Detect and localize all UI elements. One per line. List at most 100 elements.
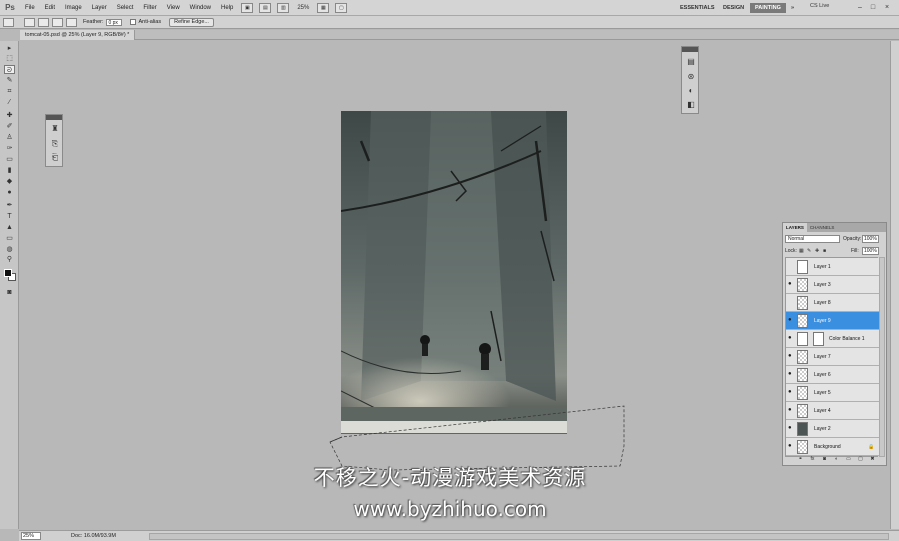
subtract-selection-icon[interactable]: [52, 17, 63, 27]
path-select-tool-icon[interactable]: ▲: [4, 223, 15, 232]
menu-select[interactable]: Select: [112, 5, 139, 11]
document-tab[interactable]: tomcat-05.psd @ 25% (Layer 9, RGB/8#) *: [20, 30, 136, 40]
eyedropper-tool-icon[interactable]: ⁄: [4, 98, 15, 107]
new-selection-icon[interactable]: [24, 17, 35, 27]
view-extras-icon[interactable]: ▥: [277, 2, 290, 13]
brush-presets-icon[interactable]: ♜: [50, 124, 60, 134]
shape-tool-icon[interactable]: ▭: [4, 234, 15, 243]
status-zoom-input[interactable]: 25%: [21, 532, 41, 540]
refine-edge-button[interactable]: Refine Edge...: [169, 17, 214, 27]
move-tool-icon[interactable]: ▸: [4, 44, 15, 53]
tab-layers[interactable]: LAYERS: [783, 223, 807, 232]
menu-filter[interactable]: Filter: [138, 5, 161, 11]
quick-select-tool-icon[interactable]: ✎: [4, 76, 15, 85]
navigator-icon[interactable]: ⊛: [686, 72, 696, 82]
history-brush-tool-icon[interactable]: ✑: [4, 144, 15, 153]
new-adjustment-icon[interactable]: ◐: [833, 456, 840, 463]
blend-mode-select[interactable]: Normal: [785, 235, 840, 243]
layer-thumbnail[interactable]: [797, 440, 808, 454]
layer-row[interactable]: ● Color Balance 1: [786, 330, 879, 348]
layer-thumbnail[interactable]: [797, 404, 808, 418]
layer-thumbnail[interactable]: [797, 296, 808, 310]
menu-file[interactable]: File: [20, 5, 40, 11]
menu-view[interactable]: View: [162, 5, 185, 11]
blur-tool-icon[interactable]: ◆: [4, 177, 15, 186]
arrange-documents-icon[interactable]: ▦: [317, 2, 330, 13]
lock-image-icon[interactable]: ✎: [807, 248, 813, 254]
workspace-painting[interactable]: PAINTING: [750, 3, 786, 13]
visibility-eye-icon[interactable]: ●: [788, 335, 794, 341]
bridge-icon[interactable]: ▣: [241, 2, 254, 13]
layer-row[interactable]: ● Layer 5: [786, 384, 879, 402]
document-canvas[interactable]: [341, 111, 567, 434]
histogram-icon[interactable]: ▤: [686, 57, 696, 67]
lock-all-icon[interactable]: ■: [823, 248, 829, 254]
menu-help[interactable]: Help: [216, 5, 238, 11]
layers-scrollbar[interactable]: [879, 257, 885, 457]
dodge-tool-icon[interactable]: ●: [4, 188, 15, 197]
masks-icon[interactable]: ◧: [686, 100, 696, 110]
mini-bridge-icon[interactable]: ▤: [259, 2, 272, 13]
visibility-eye-icon[interactable]: ●: [788, 281, 794, 287]
lasso-tool-icon[interactable]: ᘐ: [4, 65, 15, 74]
layer-thumbnail[interactable]: [797, 314, 808, 328]
add-selection-icon[interactable]: [38, 17, 49, 27]
zoom-level[interactable]: 25%: [292, 5, 314, 11]
clone-source-icon[interactable]: ⎘: [50, 139, 60, 149]
new-group-icon[interactable]: ▭: [845, 456, 852, 463]
zoom-tool-icon[interactable]: ⚲: [4, 255, 15, 264]
visibility-eye-icon[interactable]: ●: [788, 425, 794, 431]
layer-thumbnail[interactable]: [797, 422, 808, 436]
cs-live-button[interactable]: CS Live: [810, 3, 829, 9]
layer-row[interactable]: ● Layer 4: [786, 402, 879, 420]
workspace-essentials[interactable]: ESSENTIALS: [675, 3, 720, 13]
layer-row[interactable]: Layer 1: [786, 258, 879, 276]
intersect-selection-icon[interactable]: [66, 17, 77, 27]
layer-row[interactable]: ● Layer 3: [786, 276, 879, 294]
menu-image[interactable]: Image: [60, 5, 87, 11]
add-mask-icon[interactable]: ◙: [821, 456, 828, 463]
layer-row[interactable]: Layer 8: [786, 294, 879, 312]
delete-layer-icon[interactable]: ✖: [869, 456, 876, 463]
layer-thumbnail[interactable]: [797, 368, 808, 382]
menu-layer[interactable]: Layer: [87, 5, 112, 11]
layer-row[interactable]: ● Layer 6: [786, 366, 879, 384]
link-layers-icon[interactable]: ⚭: [797, 456, 804, 463]
3d-tool-icon[interactable]: ◍: [4, 245, 15, 254]
marquee-tool-icon[interactable]: ⬚: [4, 54, 15, 63]
layer-row[interactable]: ● Layer 7: [786, 348, 879, 366]
visibility-eye-icon[interactable]: ●: [788, 389, 794, 395]
opacity-input[interactable]: 100%: [862, 235, 879, 243]
layer-row[interactable]: ● Layer 2: [786, 420, 879, 438]
layer-mask-thumbnail[interactable]: [813, 332, 824, 346]
fill-input[interactable]: 100%: [862, 247, 879, 255]
visibility-eye-icon[interactable]: [788, 264, 794, 269]
layer-thumbnail[interactable]: [797, 386, 808, 400]
close-icon[interactable]: ×: [882, 3, 892, 12]
visibility-eye-icon[interactable]: ●: [788, 443, 794, 449]
foreground-color-swatch[interactable]: [4, 269, 12, 277]
visibility-eye-icon[interactable]: ●: [788, 371, 794, 377]
brush-tool-icon[interactable]: ✐: [4, 122, 15, 131]
visibility-eye-icon[interactable]: ●: [788, 353, 794, 359]
eraser-tool-icon[interactable]: ▭: [4, 155, 15, 164]
document-size-info[interactable]: Doc: 16.0M/93.9M: [71, 533, 116, 539]
crop-tool-icon[interactable]: ⌗: [4, 87, 15, 96]
layer-thumbnail[interactable]: [797, 260, 808, 274]
lock-transparent-icon[interactable]: ▦: [799, 248, 805, 254]
horizontal-scrollbar[interactable]: [149, 533, 889, 540]
layer-thumbnail[interactable]: [797, 350, 808, 364]
workspace-more-icon[interactable]: »: [786, 3, 799, 13]
clone-stamp-tool-icon[interactable]: ♙: [4, 133, 15, 142]
pen-tool-icon[interactable]: ✒: [4, 201, 15, 210]
visibility-eye-icon[interactable]: [788, 300, 794, 305]
workspace-design[interactable]: DESIGN: [718, 3, 749, 13]
menu-window[interactable]: Window: [185, 5, 216, 11]
layer-thumbnail[interactable]: [797, 278, 808, 292]
new-layer-icon[interactable]: ▢: [857, 456, 864, 463]
menu-edit[interactable]: Edit: [40, 5, 60, 11]
healing-brush-tool-icon[interactable]: ✚: [4, 111, 15, 120]
layer-thumbnail[interactable]: [797, 332, 808, 346]
vertical-scrollbar[interactable]: [890, 41, 899, 529]
feather-input[interactable]: 0 px: [106, 18, 123, 26]
